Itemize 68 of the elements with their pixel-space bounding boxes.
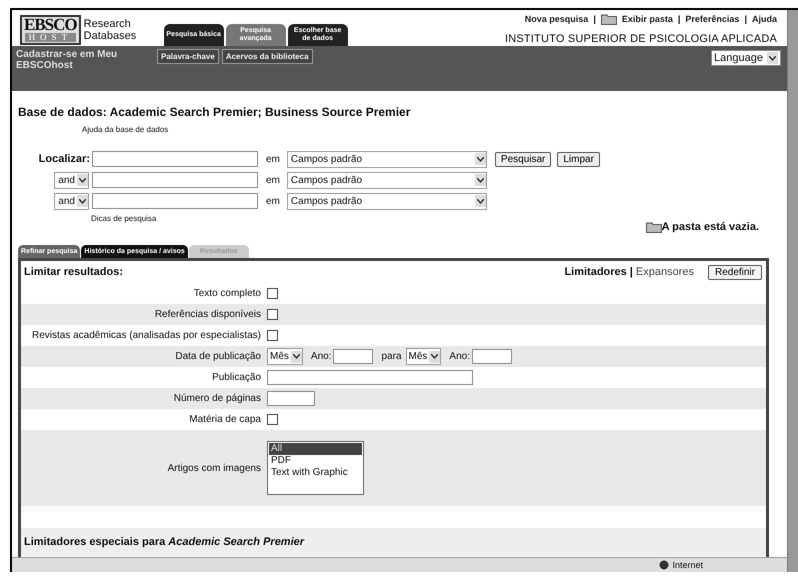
folder-icon	[646, 221, 662, 233]
number-field[interactable]	[267, 391, 315, 406]
year-label: Ano:	[310, 351, 332, 362]
link-separator: |	[678, 14, 680, 24]
institution-name: INSTITUTO SUPERIOR DE PSICOLOGIA APLICADA	[504, 33, 777, 45]
search-button[interactable]: Limpar	[557, 152, 600, 166]
field-select[interactable]: Campos padrão	[286, 150, 487, 168]
list-option[interactable]: PDF	[269, 455, 362, 467]
range-label: para	[381, 351, 402, 362]
limiter-label: Texto completo	[192, 288, 262, 299]
year-field[interactable]	[333, 349, 374, 364]
header-link[interactable]: Nova pesquisa	[524, 14, 588, 24]
field-select[interactable]: Campos padrão	[286, 192, 487, 210]
search-tips-link[interactable]: Dicas de pesquisa	[91, 214, 156, 223]
month-select[interactable]: Mês	[267, 348, 303, 365]
list-option[interactable]: All	[269, 443, 362, 455]
folder-status: A pasta está vazia.	[662, 221, 759, 233]
language-select[interactable]: Language	[711, 50, 781, 66]
scrollbar[interactable]	[787, 10, 798, 572]
limiter-label: Referências disponíveis	[154, 309, 262, 320]
subtab[interactable]: Acervos da biblioteca	[222, 49, 313, 64]
month-select[interactable]: Mês	[406, 348, 442, 365]
checkbox[interactable]	[267, 288, 278, 299]
list-option[interactable]: Text with Graphic	[269, 467, 362, 479]
globe-icon	[659, 560, 670, 570]
header-link[interactable]: Ajuda	[752, 14, 777, 24]
header-link[interactable]: Exibir pasta	[622, 14, 673, 24]
limiter-label: Publicação	[211, 372, 262, 383]
signin-link[interactable]: Cadastrar-se em Meu EBSCOhost	[16, 49, 136, 71]
database-heading: Base de dados: Academic Search Premier; Business Source Premier	[18, 105, 412, 119]
database-help-link[interactable]: Ajuda da base de dados	[82, 125, 787, 134]
mode-link[interactable]: Expansores	[636, 266, 694, 278]
checkbox[interactable]	[267, 414, 278, 425]
subtab[interactable]: Palavra-chave	[157, 49, 219, 64]
year-field[interactable]	[472, 349, 512, 364]
mode-separator: |	[630, 266, 633, 278]
find-label: Localizar:	[38, 153, 90, 165]
year-label: Ano:	[449, 351, 470, 362]
in-label: em	[266, 196, 280, 206]
limiter-label: Revistas acadêmicas (analisadas por especialistas)	[31, 330, 262, 341]
search-field[interactable]	[92, 151, 258, 167]
mode-link[interactable]: Limitadores	[564, 266, 627, 278]
panel-title: Limitar resultados:	[24, 266, 124, 278]
in-label: em	[266, 174, 280, 186]
checkbox[interactable]	[267, 309, 278, 320]
link-separator: |	[744, 14, 747, 24]
in-label: em	[266, 154, 280, 164]
logo[interactable]: EBSCO HOST	[20, 15, 81, 45]
limiter-label: Número de páginas	[172, 393, 262, 404]
operator-select[interactable]: and	[54, 192, 89, 210]
search-field[interactable]	[92, 193, 258, 209]
limiter-label: Artigos com imagens	[166, 462, 262, 474]
search-button[interactable]: Pesquisar	[494, 152, 552, 166]
link-separator: |	[593, 14, 596, 24]
limiter-label: Data de publicação	[174, 351, 262, 362]
header-link[interactable]: Preferências	[685, 14, 740, 24]
checkbox[interactable]	[267, 330, 278, 341]
folder-icon	[600, 13, 617, 25]
text-field[interactable]	[267, 370, 473, 385]
image-type-listbox[interactable]: All PDF Text with Graphic	[267, 441, 364, 495]
zone-label: Internet	[672, 560, 703, 570]
logo-tagline: Research Databases	[84, 18, 138, 42]
operator-select[interactable]: and	[54, 172, 89, 188]
reset-button[interactable]: Redefinir	[708, 264, 762, 280]
special-limiters-heading: Limitadores especiais para Academic Search Premier	[21, 528, 766, 556]
field-select[interactable]: Campos padrão	[286, 172, 487, 188]
search-field[interactable]	[92, 172, 258, 188]
limiter-label: Matéria de capa	[188, 414, 262, 425]
